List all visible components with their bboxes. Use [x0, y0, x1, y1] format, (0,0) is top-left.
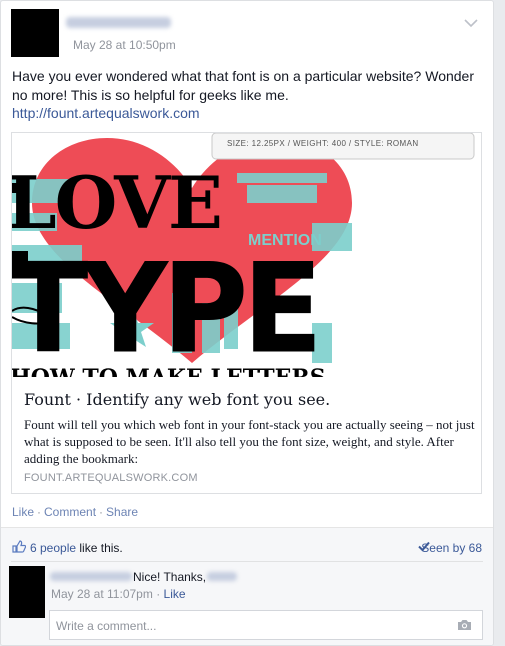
type-text: TYPE: [12, 237, 317, 377]
link-preview-title[interactable]: Fount · Identify any web font you see.: [24, 390, 330, 409]
post-link[interactable]: http://fount.artequalswork.com: [12, 105, 200, 121]
likes-count[interactable]: 6 people: [30, 541, 76, 555]
link-preview-description: Fount will tell you which web font in yo…: [24, 417, 475, 466]
reply-box[interactable]: [49, 610, 483, 640]
tooltip-text: SIZE: 12.25PX / WEIGHT: 400 / STYLE: ROM…: [227, 139, 419, 148]
post-timestamp[interactable]: May 28 at 10:50pm: [73, 38, 176, 52]
comment-text: Nice! Thanks,: [133, 570, 207, 584]
camera-icon[interactable]: [457, 619, 472, 631]
post-actions: Like · Comment · Share: [12, 505, 138, 519]
link-preview-card[interactable]: MENTION LOVE TYPE HOW TO MAKE LETTERS SI…: [11, 132, 482, 494]
comment-time[interactable]: May 28 at 11:07pm: [51, 587, 153, 601]
feed-post: May 28 at 10:50pm Have you ever wondered…: [0, 0, 494, 646]
likes-row: 6 people like this. Seen by 68: [12, 539, 484, 555]
comment-like-button[interactable]: Like: [164, 587, 186, 601]
author-name-redacted[interactable]: [66, 17, 171, 28]
separator: ·: [37, 505, 42, 519]
likes-suffix: like this.: [79, 541, 123, 555]
likes-summary: 6 people like this.: [30, 541, 123, 555]
separator: ·: [99, 505, 104, 519]
link-preview-domain: FOUNT.ARTEQUALSWORK.COM: [24, 472, 198, 484]
tagged-name-redacted[interactable]: [207, 572, 237, 581]
how-to-text: HOW TO MAKE LETTERS: [12, 365, 326, 377]
love-text: LOVE: [12, 160, 221, 245]
link-preview-image[interactable]: MENTION LOVE TYPE HOW TO MAKE LETTERS SI…: [12, 133, 481, 377]
post-message: Have you ever wondered what that font is…: [12, 68, 474, 103]
share-button[interactable]: Share: [106, 505, 138, 519]
comment-input[interactable]: [56, 618, 446, 633]
thumbs-up-icon: [12, 540, 26, 553]
comment-meta: May 28 at 11:07pm · Like: [51, 587, 186, 601]
like-button[interactable]: Like: [12, 505, 34, 519]
feedback-section: 6 people like this. Seen by 68 Nice! Tha…: [1, 527, 493, 645]
seen-by[interactable]: Seen by 68: [421, 541, 482, 555]
chevron-down-icon[interactable]: [463, 17, 479, 29]
comment-button[interactable]: Comment: [44, 505, 96, 519]
author-avatar[interactable]: [11, 9, 59, 57]
divider: [11, 561, 483, 562]
commenter-name-redacted[interactable]: [50, 572, 132, 581]
post-header: May 28 at 10:50pm: [11, 9, 483, 57]
commenter-avatar[interactable]: [9, 566, 45, 618]
separator: ·: [156, 587, 161, 601]
